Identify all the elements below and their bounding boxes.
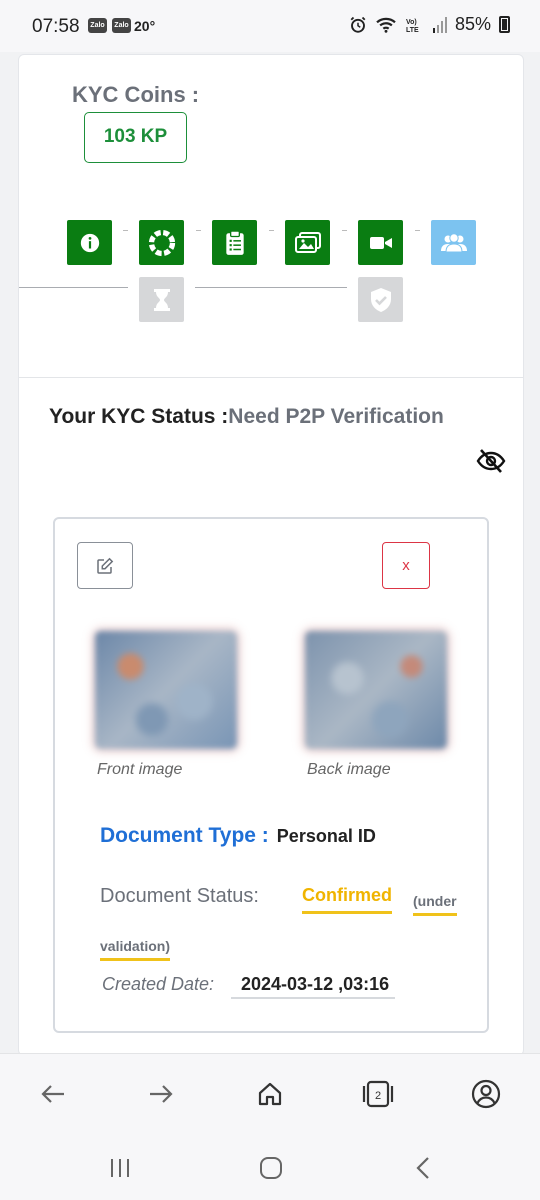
browser-account-button[interactable] (468, 1076, 504, 1112)
recent-apps-button[interactable] (105, 1153, 135, 1183)
account-icon (471, 1079, 501, 1109)
home-icon (258, 1082, 282, 1106)
video-icon (369, 236, 392, 249)
browser-toolbar: 2 (0, 1053, 540, 1134)
back-chevron-icon (416, 1157, 429, 1179)
lifebuoy-icon (148, 229, 175, 256)
document-card: x Front image Back image Document Type :… (53, 517, 489, 1033)
document-status-value: Confirmed (302, 885, 392, 914)
kyc-coins-title: KYC Coins : (72, 82, 200, 107)
forward-arrow-icon (150, 1085, 173, 1103)
images-icon (294, 231, 321, 253)
zalo-notification-icon: Zalo (88, 18, 107, 33)
step-support[interactable] (139, 220, 184, 265)
signal-icon (432, 16, 447, 33)
step-info[interactable] (67, 220, 112, 265)
browser-forward-button[interactable] (143, 1076, 179, 1112)
recent-apps-icon (111, 1159, 129, 1177)
step-p2p[interactable] (431, 220, 476, 265)
system-home-button[interactable] (256, 1153, 286, 1183)
step-video[interactable] (358, 220, 403, 265)
edit-icon (97, 557, 114, 574)
kyc-status-line: Your KYC Status :Need P2P Verification (49, 405, 444, 429)
step-dash (269, 230, 274, 231)
system-navigation-bar (0, 1133, 540, 1200)
kyc-status-value: Need P2P Verification (228, 405, 444, 428)
users-icon (440, 232, 467, 252)
hourglass-icon (153, 288, 170, 311)
status-temperature: 20° (134, 18, 156, 34)
step-dash (123, 230, 128, 231)
battery-percent: 85% (454, 14, 491, 34)
kyc-coins-badge: 103 KP (84, 112, 187, 163)
zalo-notification-icon: Zalo (112, 18, 131, 33)
home-circle-icon (260, 1157, 282, 1179)
edit-document-button[interactable] (77, 542, 133, 589)
step-pending[interactable] (139, 277, 184, 322)
toggle-visibility-button[interactable] (474, 444, 508, 478)
eye-slash-icon (476, 449, 506, 473)
volte-icon: Vo)LTE (406, 19, 419, 34)
step-dash (415, 230, 420, 231)
info-icon (80, 233, 99, 252)
step-dash (342, 230, 347, 231)
step-dash (196, 230, 201, 231)
back-image-caption: Back image (307, 761, 391, 778)
battery-icon (499, 16, 510, 33)
kyc-card: KYC Coins : 103 KP Your KYC Status :Need… (18, 54, 524, 1056)
delete-document-button[interactable]: x (382, 542, 430, 589)
back-arrow-icon (41, 1085, 64, 1103)
svg-text:Vo): Vo) (406, 19, 417, 26)
status-time: 07:58 (32, 16, 80, 37)
step-connector-line (195, 287, 347, 288)
back-image[interactable] (305, 631, 447, 749)
shield-check-icon (370, 287, 391, 312)
browser-tabs-button[interactable]: 2 (360, 1076, 396, 1112)
document-status-label: Document Status: (100, 885, 259, 907)
tabs-icon: 2 (362, 1080, 394, 1108)
document-type-row: Document Type : Personal ID (100, 824, 376, 848)
document-status-note: (under (413, 893, 457, 916)
browser-back-button[interactable] (35, 1076, 71, 1112)
document-type-label: Document Type : (100, 824, 269, 847)
step-images[interactable] (285, 220, 330, 265)
document-type-value: Personal ID (276, 826, 376, 846)
wifi-icon (376, 17, 396, 33)
browser-home-button[interactable] (252, 1076, 288, 1112)
document-status-note: validation) (100, 938, 171, 961)
front-image-caption: Front image (97, 761, 183, 778)
system-back-button[interactable] (408, 1153, 438, 1183)
alarm-icon (350, 16, 366, 33)
step-connector-line (19, 287, 128, 288)
tab-count: 2 (375, 1090, 381, 1102)
clipboard-icon (225, 229, 244, 255)
created-date-label: Created Date: (102, 974, 215, 994)
step-form[interactable] (212, 220, 257, 265)
svg-text:LTE: LTE (406, 27, 419, 34)
section-divider (19, 377, 523, 378)
front-image[interactable] (95, 631, 237, 749)
created-date-value: 2024-03-12 ,03:16 (231, 974, 396, 999)
step-verified[interactable] (358, 277, 403, 322)
status-bar: 07:58 Zalo Zalo 20° Vo) LTE 85% (0, 0, 540, 52)
kyc-status-label: Your KYC Status : (49, 405, 229, 428)
